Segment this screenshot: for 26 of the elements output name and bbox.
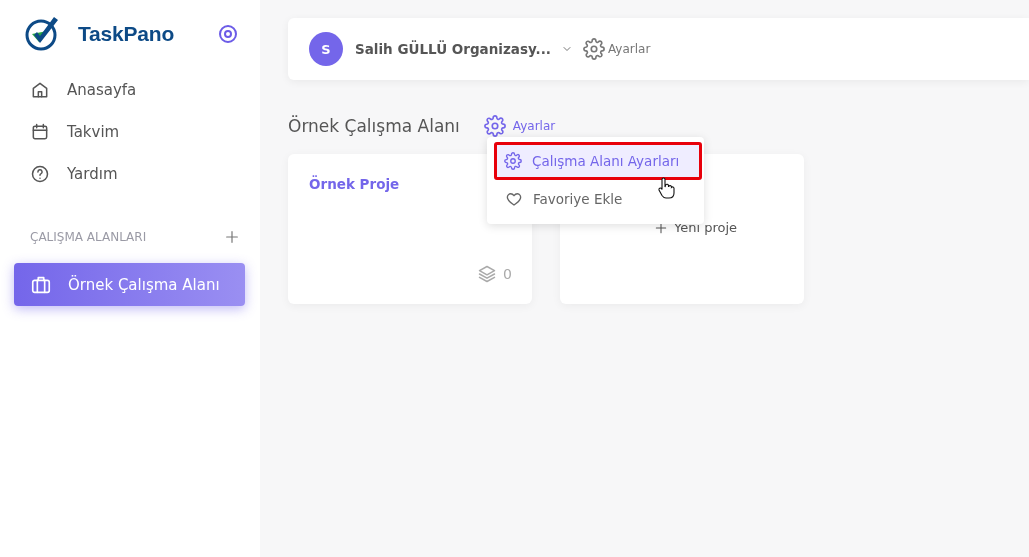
- help-icon: [30, 164, 50, 184]
- plus-icon: [224, 229, 240, 245]
- task-count: 0: [503, 266, 512, 282]
- menu-item[interactable]: Çalışma Alanı Ayarları: [494, 142, 702, 180]
- target-icon[interactable]: [218, 24, 238, 44]
- layers-icon: [477, 264, 498, 284]
- gear-icon: [504, 152, 522, 170]
- avatar[interactable]: S: [309, 32, 343, 66]
- calendar-icon: [30, 122, 50, 142]
- home-icon: [30, 80, 50, 100]
- organization-name[interactable]: Salih GÜLLÜ Organizasy...: [355, 41, 551, 57]
- nav-link[interactable]: Anasayfa: [14, 69, 137, 111]
- nav-link[interactable]: Takvim: [14, 111, 120, 153]
- brand-name: TaskPano: [78, 22, 175, 46]
- gear-icon: [483, 115, 506, 137]
- nav-link[interactable]: Yardım: [14, 153, 118, 195]
- workspace-title: Örnek Çalışma Alanı: [288, 116, 460, 136]
- gear-icon: [582, 38, 605, 60]
- project-card[interactable]: Örnek Proje 0: [288, 154, 532, 304]
- workspace-item[interactable]: Örnek Çalışma Alanı: [14, 263, 245, 306]
- settings-button[interactable]: Ayarlar: [582, 38, 651, 60]
- hand-cursor-icon: [657, 177, 675, 199]
- project-name[interactable]: Örnek Proje: [309, 176, 400, 192]
- heart-icon: [505, 190, 523, 208]
- section-title: ÇALIŞMA ALANLARI: [30, 230, 147, 244]
- settings-button[interactable]: Ayarlar: [483, 115, 556, 137]
